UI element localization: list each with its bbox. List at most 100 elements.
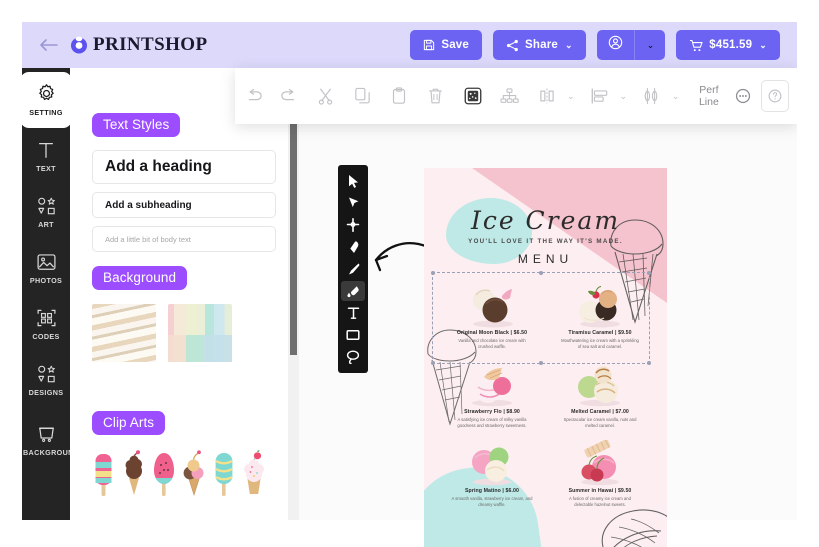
menu-item[interactable]: Original Moon Black | $6.50 Vanilla and … [438,278,546,349]
menu-item[interactable]: Melted Caramel | $7.00 Spectacular ice c… [546,357,654,428]
trash-delete-icon[interactable] [423,78,448,114]
share-label: Share [525,39,558,51]
menu-item-art [443,278,541,328]
shapes-icon [36,363,57,385]
sidebar-item-setting[interactable]: SETTING [20,72,72,128]
undo-icon[interactable] [276,78,301,114]
menu-item[interactable]: Spring Matino | $6.00 A smooth vanilla, … [438,436,546,507]
distribute-dropdown-chevron-icon[interactable]: ⌄ [666,91,686,102]
background-thumb-beige-wave[interactable] [92,304,156,362]
editing-toolbar: ⌄ ⌄ ⌄ Perf Line [235,68,797,124]
more-horizontal-icon[interactable] [730,78,755,114]
printshop-app: PRINTSHOP Save Share ⌄ ⌄ $451.59 ⌄ SETTI… [0,0,819,547]
account-button[interactable] [597,30,634,60]
text-tool[interactable] [341,303,365,323]
text-t-icon [36,139,56,161]
paste-icon[interactable] [387,78,412,114]
menu-item-desc: A fusion of creamy ice cream and delecta… [569,496,631,507]
flip-dropdown-chevron-icon[interactable]: ⌄ [561,91,581,102]
clip-arts-section: Clip Arts [92,411,266,497]
clip-art-teal-popsicle[interactable] [212,449,236,497]
menu-item[interactable]: Tiramisu Caramel | $9.50 Mouthwatering i… [546,278,654,349]
sidebar-item-codes[interactable]: CODES [22,296,70,352]
clip-art-strawberry-sundae[interactable] [242,449,266,497]
menu-item-art [443,357,541,407]
shopping-cart-icon [689,39,703,52]
sidebar-item-label: CODES [32,331,60,341]
brush-tool[interactable] [341,259,365,279]
lasso-tool[interactable] [341,347,365,367]
brand-name: PRINTSHOP [93,34,208,55]
clip-art-chocolate-cone[interactable] [122,449,146,497]
printshop-logo-icon [68,34,90,56]
fill-bucket-tool[interactable] [341,281,365,301]
clip-arts-title: Clip Arts [92,411,166,435]
user-account-icon [608,35,623,55]
clip-art-watermelon-bar[interactable] [152,449,176,497]
clip-art-popsicle-striped[interactable] [92,449,116,497]
menu-item[interactable]: Strawberry Flo | $8.90 A satisfying ice … [438,357,546,428]
rectangle-tool[interactable] [341,325,365,345]
perf-line-button[interactable]: Perf Line [693,84,724,109]
scissors-cut-icon[interactable] [313,78,338,114]
clip-art-double-scoop-cone[interactable] [182,449,206,497]
brand[interactable]: PRINTSHOP [68,34,207,56]
header-actions: Save Share ⌄ ⌄ $451.59 ⌄ [410,30,780,60]
add-heading-button[interactable]: Add a heading [92,150,276,184]
pen-tool[interactable] [341,237,365,257]
sidebar-item-label: PHOTOS [29,275,63,285]
poster-subtitle[interactable]: YOU'LL LOVE IT THE WAY IT'S MADE. [424,238,667,245]
align-dropdown-chevron-icon[interactable]: ⌄ [613,91,633,102]
select-arrow-tool[interactable] [341,171,365,191]
account-menu-button[interactable]: ⌄ [635,30,666,60]
account-button-group: ⌄ [596,30,666,60]
canvas-scrollbar-thumb[interactable] [290,113,297,355]
window-right-edge [797,0,819,547]
menu-item-name: Summer in Hawai | $9.50 [568,488,632,495]
save-button[interactable]: Save [410,30,482,60]
sidebar-item-background[interactable]: BACKGROUND [22,408,79,472]
cart-button[interactable]: $451.59 ⌄ [676,30,780,60]
cherry-caramel-scoops-icon [579,285,620,328]
menu-item-name: Tiramisu Caramel | $9.50 [568,330,632,336]
sidebar-item-photos[interactable]: PHOTOS [22,240,70,296]
chevron-down-icon[interactable]: ⌄ [565,40,573,51]
flip-horizontal-icon[interactable] [534,78,559,114]
sidebar-item-label: DESIGNS [28,387,64,397]
design-canvas-poster[interactable]: Ice Cream YOU'LL LOVE IT THE WAY IT'S MA… [424,168,667,547]
chevron-down-icon[interactable]: ⌄ [759,40,767,51]
canvas-scrollbar-track[interactable] [288,68,299,520]
add-subheading-label: Add a subheading [105,199,192,211]
sidebar-item-art[interactable]: ART [22,184,70,240]
background-thumb-pastel-blocks[interactable] [168,304,232,362]
chevron-down-icon: ⌄ [646,39,655,50]
perf-line-label-2: Line [698,96,719,108]
share-button[interactable]: Share ⌄ [493,30,586,60]
move-tool[interactable] [341,215,365,235]
distribute-icon[interactable] [639,78,664,114]
menu-item[interactable]: Summer in Hawai | $9.50 A fusion of crea… [546,436,654,507]
menu-item-name: Spring Matino | $6.00 [465,488,519,495]
back-arrow-icon[interactable] [38,34,60,56]
poster-title[interactable]: Ice Cream [424,206,667,235]
menu-item-desc: Spectacular ice cream vanilla, nuts and … [563,417,637,428]
background-thumb-row [92,304,232,362]
image-fill-icon[interactable] [460,78,485,114]
redo-icon[interactable] [243,78,268,114]
left-content-panel: Text Styles Add a heading Add a subheadi… [70,68,288,520]
group-objects-icon[interactable] [497,78,522,114]
menu-item-desc: A smooth vanilla, strawberry ice cream, … [451,496,533,507]
sidebar-item-designs[interactable]: DESIGNS [22,352,70,408]
poster-menu-label[interactable]: MENU [424,252,667,266]
direct-select-tool[interactable] [341,193,365,213]
sidebar-item-text[interactable]: TEXT [22,128,70,184]
add-subheading-button[interactable]: Add a subheading [92,192,276,218]
help-question-icon[interactable] [761,80,789,112]
align-icon[interactable] [587,78,612,114]
menu-item-desc: Mouthwatering ice cream with a sprinklin… [561,338,639,349]
add-body-text-button[interactable]: Add a little bit of body text [92,226,276,252]
copy-icon[interactable] [350,78,375,114]
text-styles-section: Text Styles Add a heading Add a subheadi… [92,113,276,252]
menu-row: Strawberry Flo | $8.90 A satisfying ice … [438,357,654,428]
sidebar-item-label: ART [38,219,54,229]
